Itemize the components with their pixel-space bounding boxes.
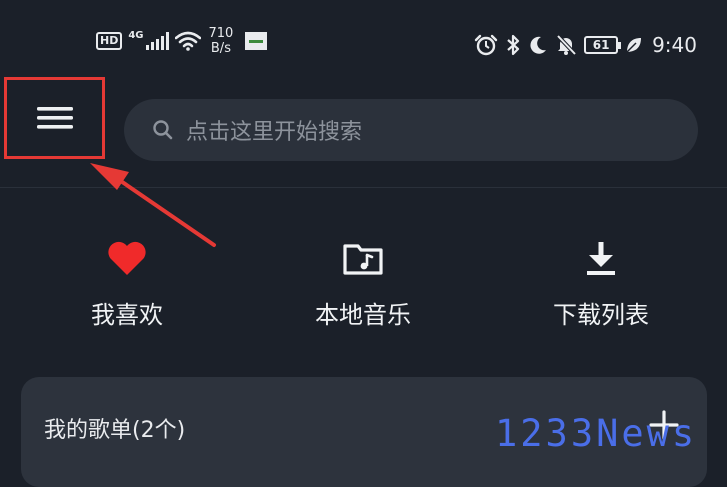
battery-indicator: 61 bbox=[584, 36, 622, 54]
hd-badge: HD bbox=[96, 32, 123, 50]
favorites-button[interactable]: 我喜欢 bbox=[47, 238, 207, 330]
network-speed-value: 710 bbox=[208, 26, 234, 41]
network-generation-label: 4G bbox=[128, 29, 144, 41]
downloads-label: 下载列表 bbox=[553, 301, 649, 329]
heart-icon bbox=[105, 238, 149, 278]
status-left-group: HD 4G 710 B/s bbox=[96, 26, 268, 56]
wifi-icon bbox=[174, 31, 201, 51]
download-icon bbox=[579, 238, 623, 278]
local-music-label: 本地音乐 bbox=[315, 301, 411, 329]
status-bar: HD 4G 710 B/s 61 9:40 bbox=[0, 0, 727, 70]
bluetooth-icon bbox=[507, 34, 520, 56]
search-bar[interactable]: 点击这里开始搜索 bbox=[124, 99, 698, 161]
my-playlists-title[interactable]: 我的歌单(2个) bbox=[44, 412, 185, 444]
favorites-label: 我喜欢 bbox=[91, 301, 163, 329]
status-time: 9:40 bbox=[652, 33, 697, 57]
downloads-button[interactable]: 下载列表 bbox=[521, 238, 681, 330]
local-music-button[interactable]: 本地音乐 bbox=[283, 238, 443, 330]
alarm-icon bbox=[474, 34, 498, 56]
music-folder-icon bbox=[341, 238, 385, 278]
do-not-disturb-moon-icon bbox=[530, 36, 547, 54]
menu-button[interactable] bbox=[4, 77, 105, 159]
status-right-group: 61 9:40 bbox=[474, 33, 697, 57]
notification-app-icon bbox=[245, 32, 268, 50]
network-speed-unit: B/s bbox=[210, 41, 231, 56]
hamburger-menu-icon bbox=[36, 107, 73, 129]
power-saving-leaf-icon bbox=[626, 38, 642, 53]
search-icon bbox=[153, 120, 173, 140]
muted-bell-icon bbox=[556, 34, 577, 56]
cell-signal-icon bbox=[145, 32, 169, 50]
search-placeholder: 点击这里开始搜索 bbox=[186, 120, 363, 145]
header-divider bbox=[0, 187, 727, 188]
network-speed: 710 B/s bbox=[209, 26, 234, 56]
watermark-text: 1233News bbox=[495, 412, 698, 455]
